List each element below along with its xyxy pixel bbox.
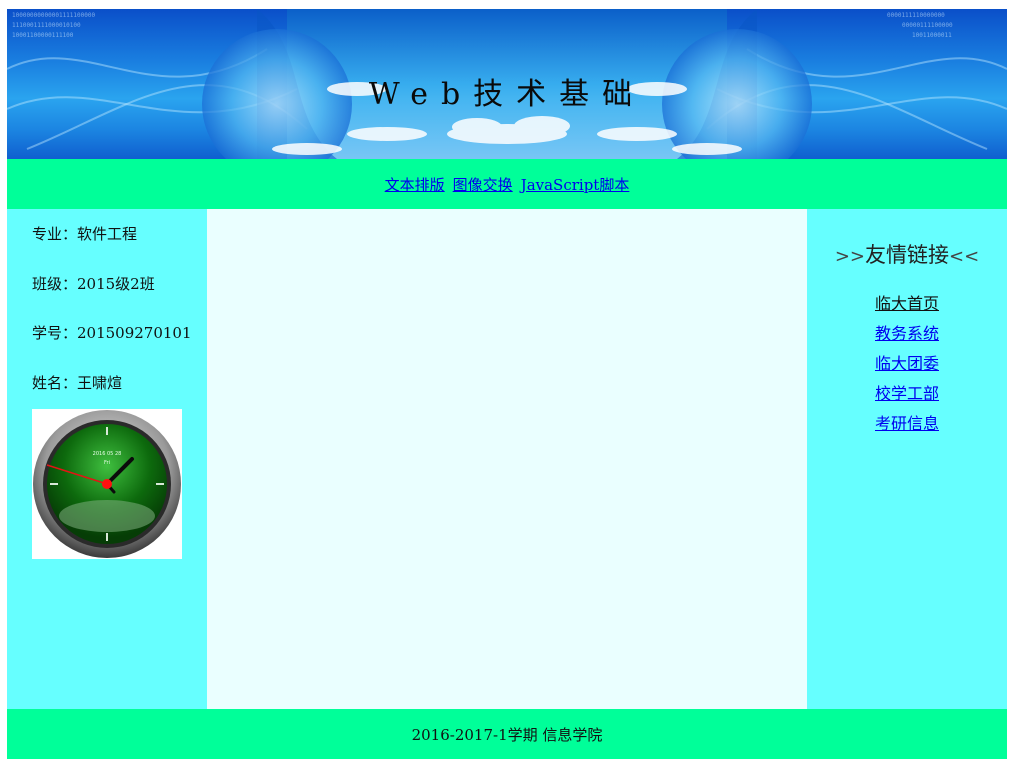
list-item: 临大团委 (807, 353, 1007, 383)
clock-center-pin (102, 479, 112, 489)
clock-date-text: 2016 05 28 (93, 451, 122, 457)
link-student-affairs[interactable]: 校学工部 (875, 384, 939, 403)
content-area (207, 209, 807, 709)
nav-link-image-swap[interactable]: 图像交换 (453, 174, 513, 195)
clock-day-text: Fri (104, 460, 110, 466)
svg-text:10000000000001111100000: 10000000000001111100000 (12, 12, 95, 19)
svg-text:10011000011: 10011000011 (912, 32, 952, 39)
svg-text:0000111110000000: 0000111110000000 (887, 12, 945, 19)
student-class: 班级：2015级2班 (32, 274, 155, 293)
svg-text:00000111100000: 00000111100000 (902, 22, 953, 29)
top-nav: 文本排版 图像交换 JavaScript脚本 (7, 159, 1007, 209)
heading-prefix: >> (834, 246, 865, 267)
clock-icon: 2016 05 28 Fri (33, 410, 181, 558)
friend-links-heading: >>友情链接<< (807, 239, 1007, 269)
header-banner: 10000000000001111100000 1110001111000010… (7, 9, 1007, 159)
link-linyi-university-home[interactable]: 临大首页 (875, 294, 939, 313)
friend-links-list: 临大首页 教务系统 临大团委 校学工部 考研信息 (807, 293, 1007, 443)
list-item: 考研信息 (807, 413, 1007, 443)
link-youth-league[interactable]: 临大团委 (875, 354, 939, 373)
list-item: 教务系统 (807, 323, 1007, 353)
main-area: 专业：软件工程 班级：2015级2班 学号：201509270101 姓名：王啸… (7, 209, 1007, 709)
student-major: 专业：软件工程 (32, 225, 138, 243)
nav-link-javascript[interactable]: JavaScript脚本 (521, 174, 630, 195)
clock-widget: 2016 05 28 Fri (32, 409, 182, 559)
footer: 2016-2017-1学期 信息学院 (7, 709, 1007, 759)
link-academic-affairs[interactable]: 教务系统 (875, 324, 939, 343)
right-sidebar: >>友情链接<< 临大首页 教务系统 临大团委 校学工部 考研信息 (807, 209, 1007, 709)
list-item: 临大首页 (807, 293, 1007, 323)
nav-link-text-layout[interactable]: 文本排版 (385, 174, 445, 195)
left-sidebar: 专业：软件工程 班级：2015级2班 学号：201509270101 姓名：王啸… (7, 209, 207, 709)
page: 10000000000001111100000 1110001111000010… (7, 9, 1007, 759)
link-postgraduate-info[interactable]: 考研信息 (875, 414, 939, 433)
student-id: 学号：201509270101 (32, 324, 192, 342)
heading-text: 友情链接 (865, 243, 949, 267)
site-title: Web技术基础 (368, 77, 646, 112)
heading-suffix: << (949, 246, 980, 267)
footer-text: 2016-2017-1学期 信息学院 (411, 725, 603, 744)
student-name: 姓名：王啸煊 (32, 373, 123, 392)
svg-text:10001100000111100: 10001100000111100 (12, 32, 74, 39)
list-item: 校学工部 (807, 383, 1007, 413)
svg-text:1110001111000010100: 1110001111000010100 (12, 22, 81, 29)
